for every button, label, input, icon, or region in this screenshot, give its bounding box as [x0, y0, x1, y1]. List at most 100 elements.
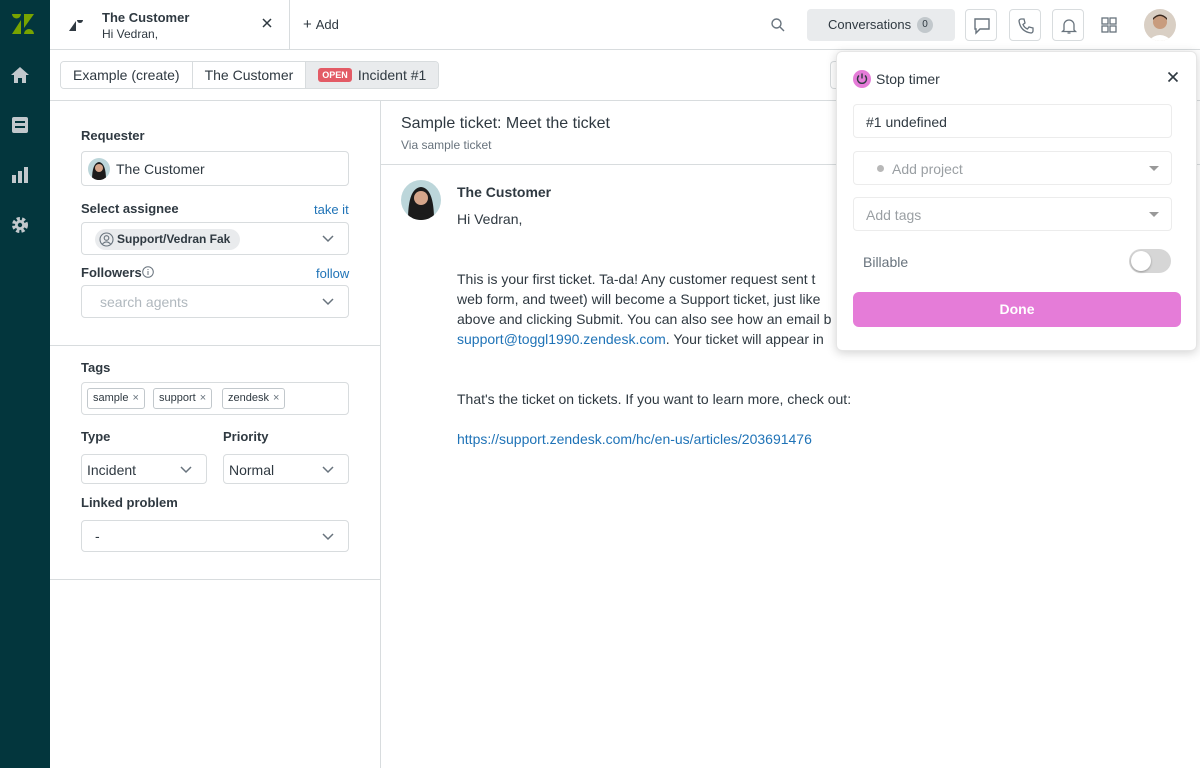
reporting-icon[interactable]	[10, 165, 30, 185]
description-input[interactable]: #1 undefined	[853, 104, 1172, 138]
project-placeholder: Add project	[892, 161, 963, 177]
message-text: support@toggl1990.zendesk.com. Your tick…	[457, 331, 824, 347]
assignee-label: Select assignee	[81, 201, 179, 216]
take-it-link[interactable]: take it	[314, 202, 349, 217]
user-circle-icon	[99, 232, 114, 247]
type-select[interactable]: Incident	[81, 454, 207, 484]
priority-value: Normal	[229, 462, 275, 478]
tab-subtitle: Hi Vedran,	[102, 27, 159, 41]
message-text-tail: . Your ticket will appear in	[665, 331, 824, 347]
chevron-down-icon	[322, 466, 334, 474]
message-text: above and clicking Submit. You can also …	[457, 311, 832, 327]
ticket-channel: Via sample ticket	[401, 138, 492, 152]
message-text: This is your first ticket. Ta-da! Any cu…	[457, 271, 816, 287]
tags-label: Tags	[81, 360, 111, 375]
admin-gear-icon[interactable]	[10, 215, 30, 235]
breadcrumb-ticket-label: Incident #1	[357, 67, 427, 83]
caret-down-icon	[1149, 166, 1159, 171]
requester-field[interactable]: The Customer	[81, 151, 349, 186]
tags-field[interactable]: sample × support × zendesk ×	[81, 382, 349, 415]
top-bar: The Customer Hi Vedran, + Add Conversatio…	[50, 0, 1200, 50]
caret-down-icon	[1149, 212, 1159, 217]
breadcrumb-ticket[interactable]: OPEN Incident #1	[306, 62, 439, 88]
phone-icon	[1018, 18, 1034, 34]
author-avatar[interactable]	[401, 180, 441, 220]
remove-tag-icon[interactable]: ×	[273, 392, 279, 404]
tag-chip[interactable]: support ×	[153, 388, 213, 409]
section-divider	[50, 345, 380, 346]
requester-value: The Customer	[116, 161, 205, 177]
chat-icon	[974, 18, 990, 35]
status-badge: OPEN	[318, 68, 352, 82]
home-icon[interactable]	[10, 65, 30, 85]
billable-label: Billable	[863, 254, 909, 270]
message-text: web form, and tweet) will become a Suppo…	[457, 291, 821, 307]
add-tab-button[interactable]: + Add	[303, 16, 339, 33]
message-author[interactable]: The Customer	[457, 184, 551, 200]
requester-label: Requester	[81, 128, 145, 143]
followers-placeholder: search agents	[100, 294, 188, 310]
project-select[interactable]: Add project	[853, 151, 1172, 185]
chevron-down-icon	[180, 466, 192, 474]
power-icon[interactable]	[853, 70, 871, 88]
section-divider	[50, 579, 380, 580]
priority-label: Priority	[223, 429, 269, 444]
breadcrumb: Example (create) The Customer OPEN Incid…	[60, 61, 440, 89]
assignee-value: Support/Vedran Fak	[117, 232, 231, 246]
tags-placeholder: Add tags	[866, 207, 922, 223]
chevron-down-icon	[322, 235, 334, 243]
priority-select[interactable]: Normal	[223, 454, 349, 484]
tag-chip[interactable]: sample ×	[87, 388, 145, 409]
type-value: Incident	[87, 462, 137, 478]
tab-title: The Customer	[102, 10, 190, 25]
close-icon[interactable]	[1167, 71, 1179, 83]
chat-button[interactable]	[965, 9, 997, 41]
zendesk-logo-icon[interactable]	[10, 12, 36, 36]
talk-button[interactable]	[1009, 9, 1041, 41]
close-icon[interactable]	[261, 17, 273, 29]
project-dot-icon	[877, 165, 884, 172]
message-greeting: Hi Vedran,	[457, 211, 523, 227]
search-icon[interactable]	[770, 17, 786, 33]
done-button[interactable]: Done	[853, 292, 1181, 327]
description-value: #1 undefined	[866, 114, 947, 130]
support-email-link[interactable]: support@toggl1990.zendesk.com	[457, 331, 666, 347]
requester-avatar	[88, 158, 110, 180]
linked-problem-select[interactable]: -	[81, 520, 349, 552]
tags-select[interactable]: Add tags	[853, 197, 1172, 231]
add-tab-label: Add	[315, 17, 339, 32]
breadcrumb-requester[interactable]: The Customer	[192, 62, 307, 88]
conversations-label: Conversations	[828, 17, 912, 32]
stop-timer-label[interactable]: Stop timer	[876, 71, 940, 87]
views-icon[interactable]	[10, 115, 30, 135]
followers-label: Followers	[81, 265, 142, 280]
remove-tag-icon[interactable]: ×	[132, 392, 138, 404]
bell-icon	[1060, 19, 1078, 34]
zendesk-tab-icon	[69, 20, 83, 31]
tag-label: zendesk	[228, 392, 269, 404]
linked-problem-label: Linked problem	[81, 495, 178, 510]
assignee-select[interactable]: Support/Vedran Fak	[81, 222, 349, 255]
breadcrumb-organization[interactable]: Example (create)	[61, 62, 193, 88]
chevron-down-icon	[322, 533, 334, 541]
ticket-tab[interactable]: The Customer Hi Vedran,	[50, 0, 290, 49]
user-avatar[interactable]	[1144, 9, 1176, 41]
follow-link[interactable]: follow	[316, 266, 349, 281]
linked-problem-value: -	[95, 528, 100, 544]
conversations-count: 0	[917, 17, 933, 33]
tag-label: support	[159, 392, 196, 404]
followers-search-field[interactable]: search agents	[81, 285, 349, 318]
toggle-knob	[1131, 251, 1151, 271]
assignee-pill: Support/Vedran Fak	[95, 229, 241, 250]
apps-grid-icon[interactable]	[1101, 17, 1117, 33]
tag-label: sample	[93, 392, 129, 404]
message-text: That's the ticket on tickets. If you wan…	[457, 391, 852, 407]
ticket-properties-panel: Requester The Customer Select assignee t…	[50, 101, 381, 768]
info-icon[interactable]	[142, 266, 154, 278]
billable-toggle[interactable]	[1129, 249, 1171, 273]
help-article-link[interactable]: https://support.zendesk.com/hc/en-us/art…	[457, 431, 812, 447]
tag-chip[interactable]: zendesk ×	[222, 388, 286, 409]
remove-tag-icon[interactable]: ×	[200, 392, 206, 404]
conversations-button[interactable]: Conversations 0	[807, 9, 955, 41]
notifications-button[interactable]	[1052, 9, 1084, 41]
